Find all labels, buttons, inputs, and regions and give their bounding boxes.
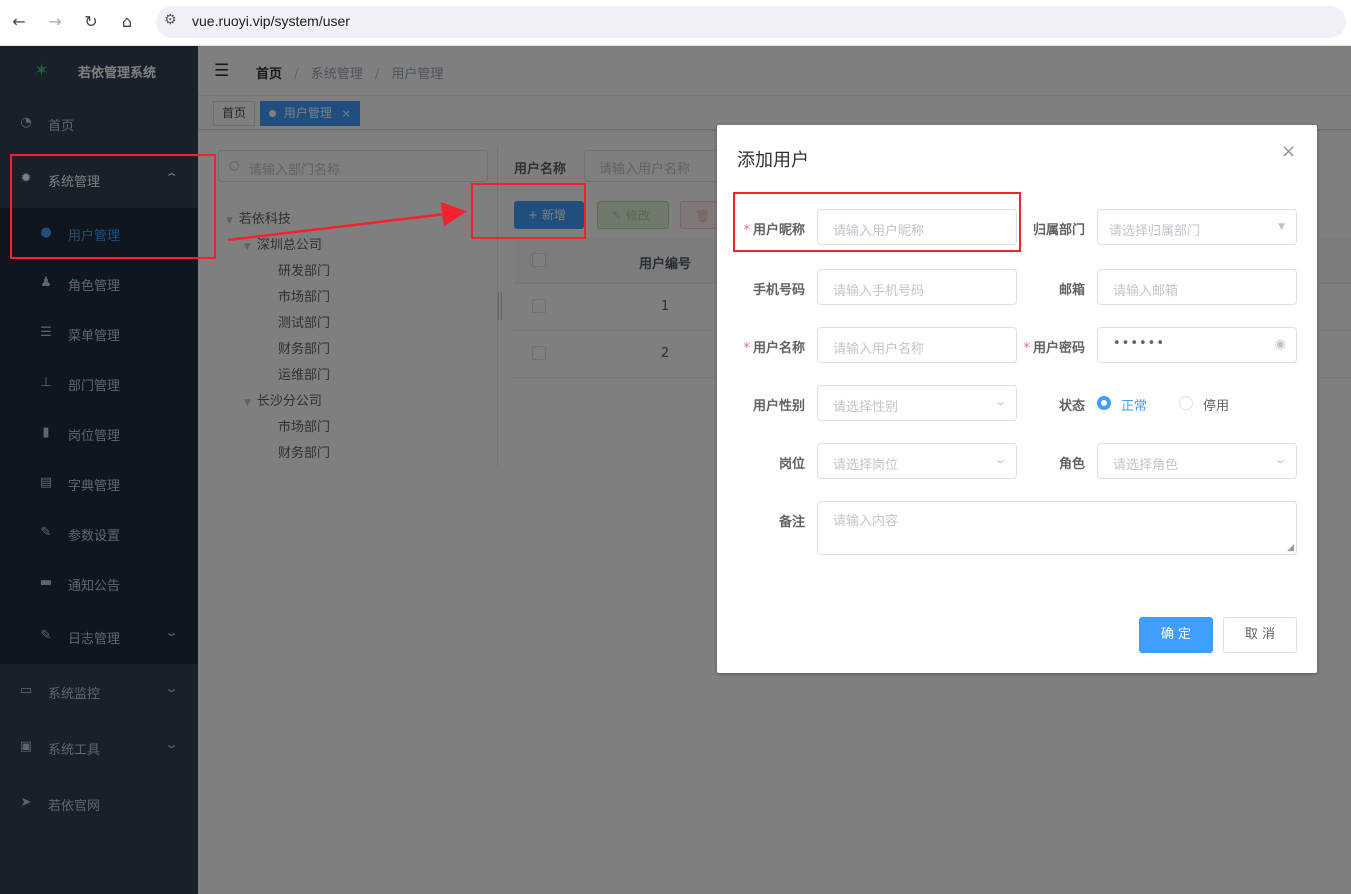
home-icon[interactable]: ⌂ (116, 10, 138, 34)
status-disabled-radio[interactable] (1179, 396, 1193, 410)
url-text: vue.ruoyi.vip/system/user (192, 13, 350, 29)
phone-label: 手机号码 (752, 283, 805, 298)
placeholder: 请输入手机号码 (833, 284, 925, 299)
dialog-title: 添加用户 (737, 150, 809, 171)
placeholder: 请输入邮箱 (1113, 284, 1179, 299)
close-icon[interactable]: × (1281, 141, 1296, 162)
phone-input[interactable]: 请输入手机号码 (817, 269, 1017, 305)
status-normal-radio[interactable] (1097, 396, 1111, 410)
post-label: 岗位 (778, 457, 805, 472)
sex-select[interactable]: 请选择性别 ⌄ (817, 385, 1017, 421)
confirm-button[interactable]: 确 定 (1139, 617, 1213, 653)
status-disabled-label[interactable]: 停用 (1203, 395, 1229, 414)
placeholder: 请输入用户名称 (833, 342, 925, 357)
browser-toolbar: ← → ↻ ⌂ ⚙ vue.ruoyi.vip/system/user (0, 0, 1351, 46)
password-input[interactable]: •••••• ◉ (1097, 327, 1297, 363)
role-label: 角色 (1058, 457, 1085, 472)
required-mark: * (743, 341, 750, 356)
site-settings-icon[interactable]: ⚙ (164, 12, 177, 28)
remark-textarea[interactable]: 请输入内容 ◢ (817, 501, 1297, 555)
placeholder: 请选择角色 (1113, 458, 1179, 473)
cancel-button[interactable]: 取 消 (1223, 617, 1297, 653)
username-input[interactable]: 请输入用户名称 (817, 327, 1017, 363)
username-label: * 用户名称 (717, 337, 805, 356)
forward-icon[interactable]: → (44, 10, 66, 34)
sex-label: 用户性别 (752, 399, 805, 414)
dept-select[interactable]: 请选择归属部门 ▼ (1097, 209, 1297, 245)
placeholder: 请输入内容 (833, 514, 899, 529)
email-label: 邮箱 (1058, 283, 1085, 298)
chevron-down-icon: ⌄ (1273, 453, 1288, 466)
post-select[interactable]: 请选择岗位 ⌄ (817, 443, 1017, 479)
address-bar[interactable]: ⚙ vue.ruoyi.vip/system/user (156, 6, 1346, 38)
resize-handle-icon[interactable]: ◢ (1287, 543, 1294, 553)
field-label: 用户密码 (1032, 341, 1085, 356)
eye-icon[interactable]: ◉ (1275, 337, 1286, 352)
annotation-box-add-button (471, 183, 586, 239)
role-select[interactable]: 请选择角色 ⌄ (1097, 443, 1297, 479)
password-value: •••••• (1113, 336, 1166, 351)
email-input[interactable]: 请输入邮箱 (1097, 269, 1297, 305)
annotation-box-nickname (733, 192, 1021, 252)
field-label: 用户名称 (752, 341, 805, 356)
placeholder: 请选择归属部门 (1109, 224, 1201, 239)
remark-label: 备注 (778, 515, 805, 530)
annotation-box-sidebar (10, 154, 216, 259)
status-normal-label[interactable]: 正常 (1121, 395, 1147, 414)
reload-icon[interactable]: ↻ (80, 10, 102, 34)
back-icon[interactable]: ← (8, 10, 30, 34)
caret-down-icon: ▼ (1278, 222, 1285, 232)
status-label: 状态 (1058, 399, 1085, 414)
placeholder: 请选择岗位 (833, 458, 899, 473)
required-mark: * (1023, 341, 1030, 356)
password-label: * 用户密码 (997, 337, 1085, 356)
placeholder: 请选择性别 (833, 400, 899, 415)
